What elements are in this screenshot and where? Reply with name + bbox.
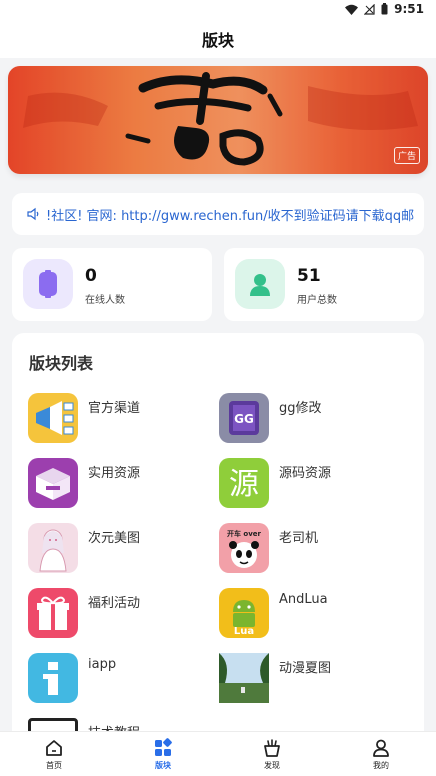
gift-icon: [28, 588, 78, 638]
iapp-icon: [28, 653, 78, 703]
board-item-label: 动漫夏图: [279, 661, 332, 676]
board-item-label: 源码资源: [279, 466, 332, 481]
landscape-icon: [219, 653, 269, 703]
app-header: 版块: [0, 20, 436, 58]
source-glyph: 源: [229, 467, 259, 502]
notice-text: !社区! 官网: http://gww.rechen.fun/收不到验证码请下载…: [46, 208, 415, 224]
discover-icon: [264, 739, 280, 757]
online-count-card: 0 在线人数: [12, 248, 212, 321]
lua-text: Lua: [234, 626, 254, 637]
notice-bar[interactable]: !社区! 官网: http://gww.rechen.fun/收不到验证码请下载…: [12, 193, 424, 235]
board-item-official[interactable]: 官方渠道: [28, 393, 218, 447]
nav-profile-label: 我的: [373, 761, 389, 770]
home-icon: [46, 740, 62, 756]
status-time: 9:51: [394, 2, 424, 16]
board-item-anime[interactable]: 次元美图: [28, 523, 218, 577]
bottom-nav: 首页 版块 发现 我的: [0, 731, 436, 776]
board-item-label: iapp: [88, 657, 117, 672]
no-signal-icon: [364, 3, 375, 15]
battery-icon: [381, 3, 388, 15]
nav-profile[interactable]: 我的: [351, 738, 411, 774]
panda-caption: 开车 over: [227, 529, 262, 538]
board-item-driver[interactable]: 开车 over 老司机: [219, 523, 409, 577]
status-bar: 9:51: [0, 0, 436, 20]
nav-home-label: 首页: [46, 761, 62, 770]
board-item-iapp[interactable]: iapp: [28, 653, 218, 707]
board-item-anime-summer[interactable]: 动漫夏图: [219, 653, 409, 707]
board-item-source[interactable]: 源 源码资源: [219, 458, 409, 512]
user-icon: [235, 259, 285, 309]
board-item-label: 福利活动: [88, 596, 141, 611]
box-icon: [28, 458, 78, 508]
nav-discover[interactable]: 发现: [242, 738, 302, 774]
nav-boards-label: 版块: [155, 761, 171, 770]
calligraphy-art: [8, 66, 428, 174]
board-item-label: 老司机: [279, 531, 319, 546]
panda-icon: 开车 over: [219, 523, 269, 573]
anime-girl-icon: [28, 523, 78, 573]
person-icon: [373, 739, 389, 757]
nav-home[interactable]: 首页: [24, 738, 84, 774]
status-icons: 9:51: [345, 2, 424, 16]
page-title: 版块: [201, 31, 234, 50]
board-item-resources[interactable]: 实用资源: [28, 458, 218, 512]
android-icon: Lua: [219, 588, 269, 638]
megaphone-icon: [28, 393, 78, 443]
nav-boards[interactable]: 版块: [133, 738, 193, 774]
ad-badge: 广告: [393, 147, 420, 164]
board-list-card: 版块列表 官方渠道 GG gg修改 实用资源 源 源码资源 次元美图 开车 ov…: [12, 333, 424, 753]
grid-icon: [155, 738, 172, 756]
online-device-icon: [23, 259, 73, 309]
board-item-label: gg修改: [279, 401, 322, 416]
board-item-andlua[interactable]: Lua AndLua: [219, 588, 409, 642]
speaker-icon: [27, 207, 39, 221]
board-item-gg[interactable]: GG gg修改: [219, 393, 409, 447]
user-total-label: 用户总数: [297, 295, 337, 306]
source-icon: 源: [219, 458, 269, 508]
board-item-label: 次元美图: [88, 531, 141, 546]
user-total-value: 51: [297, 266, 321, 286]
board-item-label: 实用资源: [88, 466, 141, 481]
wifi-icon: [345, 4, 359, 15]
online-count-value: 0: [85, 266, 97, 286]
gg-text: GG: [234, 412, 254, 426]
nav-discover-label: 发现: [264, 761, 280, 770]
board-item-label: AndLua: [279, 592, 328, 607]
user-total-card: 51 用户总数: [224, 248, 424, 321]
board-list-title: 版块列表: [29, 354, 94, 373]
banner-ad[interactable]: 广告: [8, 66, 428, 174]
board-item-welfare[interactable]: 福利活动: [28, 588, 218, 642]
board-item-label: 官方渠道: [88, 401, 141, 416]
online-count-label: 在线人数: [85, 295, 125, 306]
gg-icon: GG: [219, 393, 269, 443]
